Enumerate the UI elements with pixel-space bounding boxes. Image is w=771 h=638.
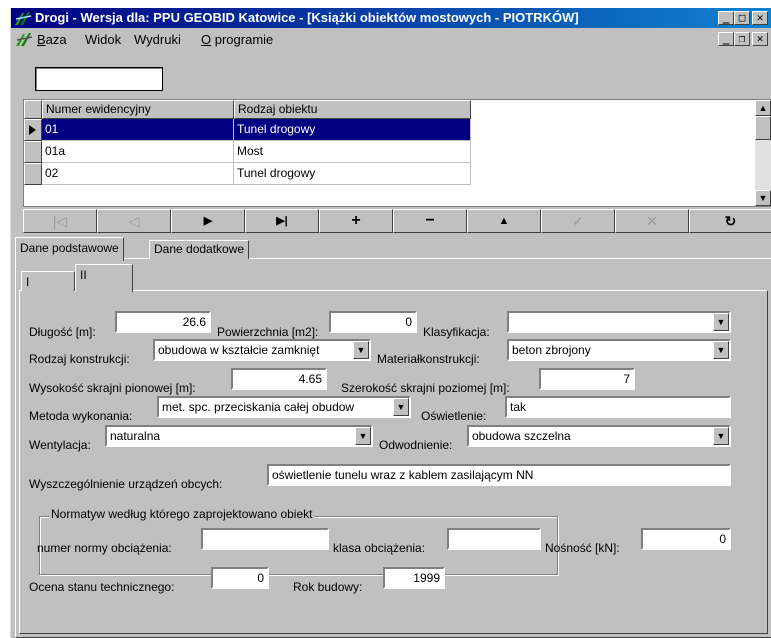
search-input[interactable]	[35, 67, 163, 91]
odwodnienie-label: Odwodnienie:	[379, 438, 453, 452]
row-indicator[interactable]	[24, 119, 42, 141]
powierzchnia-label: Powierzchnia [m2]:	[217, 325, 319, 339]
material-label: Materiałkonstrukcji:	[377, 352, 480, 366]
maximize-button[interactable]: □	[734, 11, 750, 25]
nav-first-button[interactable]: |◁	[23, 209, 97, 233]
objects-grid: Numer ewidencyjny Rodzaj obiektu 01 Tune…	[23, 99, 771, 207]
wentylacja-label: Wentylacja:	[29, 438, 91, 452]
table-cell[interactable]: 02	[42, 163, 234, 185]
urzadzenia-label: Wyszczególnienie urządzeń obcych:	[29, 477, 223, 491]
table-cell[interactable]: Tunel drogowy	[234, 163, 471, 185]
nav-last-button[interactable]: ▶|	[245, 209, 319, 233]
tab-dane-dodatkowe[interactable]: Dane dodatkowe	[149, 240, 250, 259]
vertical-scrollbar[interactable]: ▲ ▼	[755, 100, 771, 206]
row-indicator[interactable]	[24, 141, 42, 163]
nav-next-button[interactable]: ▶	[171, 209, 245, 233]
minimize-button[interactable]: _	[718, 11, 734, 25]
szer-skrajni-field[interactable]: 7	[539, 368, 635, 390]
dropdown-arrow-icon[interactable]: ▼	[355, 427, 371, 445]
close-button[interactable]: ✕	[752, 11, 768, 25]
rodzaj-konstrukcji-select[interactable]: obudowa w kształcie zamknięt ▼	[153, 339, 371, 361]
norma-label: numer normy obciążenia:	[37, 541, 172, 555]
dropdown-arrow-icon[interactable]: ▼	[713, 313, 729, 331]
doc-close-button[interactable]: ✕	[752, 32, 768, 46]
menu-wydruki[interactable]: Wydruki	[134, 32, 181, 47]
ocena-label: Ocena stanu technicznego:	[29, 580, 175, 594]
dlugosc-field[interactable]: 26.6	[115, 311, 211, 333]
application-window: Drogi - Wersja dla: PPU GEOBID Katowice …	[10, 8, 771, 638]
odwodnienie-select[interactable]: obudowa szczelna ▼	[467, 425, 731, 447]
dropdown-arrow-icon[interactable]: ▼	[713, 427, 729, 445]
ocena-field[interactable]: 0	[211, 567, 269, 589]
dlugosc-label: Długość [m]:	[29, 325, 96, 339]
urzadzenia-field[interactable]: oświetlenie tunelu wraz z kablem zasilaj…	[267, 464, 731, 486]
table-cell[interactable]: 01	[42, 119, 234, 141]
wys-skrajni-field[interactable]: 4.65	[231, 368, 327, 390]
table-cell[interactable]: Tunel drogowy	[234, 119, 471, 141]
material-select[interactable]: beton zbrojony ▼	[507, 339, 731, 361]
nosnosc-label: Nośność [kN]:	[545, 541, 620, 555]
tab-ii[interactable]: II	[75, 264, 133, 292]
nav-post-button[interactable]: ✓	[541, 209, 615, 233]
table-cell[interactable]: 01a	[42, 141, 234, 163]
rodzaj-konstrukcji-label: Rodzaj konstrukcji:	[29, 352, 130, 366]
menu-bar: Baza Widok Wydruki O programie _ ❐ ✕	[11, 28, 771, 50]
szer-skrajni-label: Szerokość skrajni poziomej [m]:	[341, 381, 510, 395]
oswietlenie-label: Oświetlenie:	[421, 409, 487, 423]
tab-dane-podstawowe[interactable]: Dane podstawowe	[15, 237, 124, 261]
nav-delete-button[interactable]: −	[393, 209, 467, 233]
column-header-rodzaj[interactable]: Rodzaj obiektu	[234, 100, 471, 119]
oswietlenie-field[interactable]: tak	[505, 396, 731, 418]
dropdown-arrow-icon[interactable]: ▼	[353, 341, 369, 359]
dropdown-arrow-icon[interactable]: ▼	[393, 398, 409, 416]
scroll-up-arrow-icon[interactable]: ▲	[755, 100, 771, 116]
scroll-thumb[interactable]	[755, 116, 771, 140]
nav-prior-button[interactable]: ◁	[97, 209, 171, 233]
menu-o-programie[interactable]: O programie	[201, 32, 273, 47]
metoda-select[interactable]: met. spc. przeciskania całej obudow ▼	[157, 396, 411, 418]
table-cell[interactable]: Most	[234, 141, 471, 163]
column-header-numer[interactable]: Numer ewidencyjny	[42, 100, 234, 119]
powierzchnia-field[interactable]: 0	[329, 311, 417, 333]
doc-minimize-button[interactable]: _	[718, 32, 734, 46]
app-title: Drogi - Wersja dla: PPU GEOBID Katowice …	[35, 10, 308, 25]
document-title: [Książki obiektów mostowych - PIOTRKÓW]	[307, 10, 579, 25]
nav-cancel-button[interactable]: ✕	[615, 209, 689, 233]
klasyfikacja-label: Klasyfikacja:	[423, 325, 490, 339]
rok-field[interactable]: 1999	[383, 567, 445, 589]
norma-field[interactable]	[201, 528, 329, 550]
document-icon[interactable]	[15, 31, 33, 47]
wentylacja-select[interactable]: naturalna ▼	[105, 425, 373, 447]
app-logo-icon	[15, 12, 32, 25]
grid-corner	[24, 100, 42, 119]
title-bar[interactable]: Drogi - Wersja dla: PPU GEOBID Katowice …	[11, 8, 771, 28]
dropdown-arrow-icon[interactable]: ▼	[713, 341, 729, 359]
doc-restore-button[interactable]: ❐	[734, 32, 750, 46]
menu-widok[interactable]: Widok	[85, 32, 121, 47]
wys-skrajni-label: Wysokość skrajni pionowej [m]:	[29, 381, 196, 395]
menu-baza[interactable]: Baza	[37, 32, 67, 47]
current-row-arrow-icon	[29, 125, 36, 135]
rok-label: Rok budowy:	[293, 580, 363, 594]
nav-refresh-button[interactable]: ↻	[689, 209, 771, 233]
row-indicator[interactable]	[24, 163, 42, 185]
scroll-down-arrow-icon[interactable]: ▼	[755, 190, 771, 206]
nosnosc-field[interactable]: 0	[641, 528, 731, 550]
nav-edit-button[interactable]: ▲	[467, 209, 541, 233]
normatyw-group-title: Normatyw według którego zaprojektowano o…	[49, 507, 315, 521]
metoda-label: Metoda wykonania:	[29, 409, 133, 423]
nav-insert-button[interactable]: +	[319, 209, 393, 233]
record-navigator: |◁ ◁ ▶ ▶| + − ▲ ✓ ✕ ↻	[23, 209, 771, 233]
klasa-field[interactable]	[447, 528, 541, 550]
klasyfikacja-select[interactable]: ▼	[507, 311, 731, 333]
tab-i[interactable]: I	[21, 271, 75, 291]
klasa-label: klasa obciążenia:	[333, 541, 426, 555]
